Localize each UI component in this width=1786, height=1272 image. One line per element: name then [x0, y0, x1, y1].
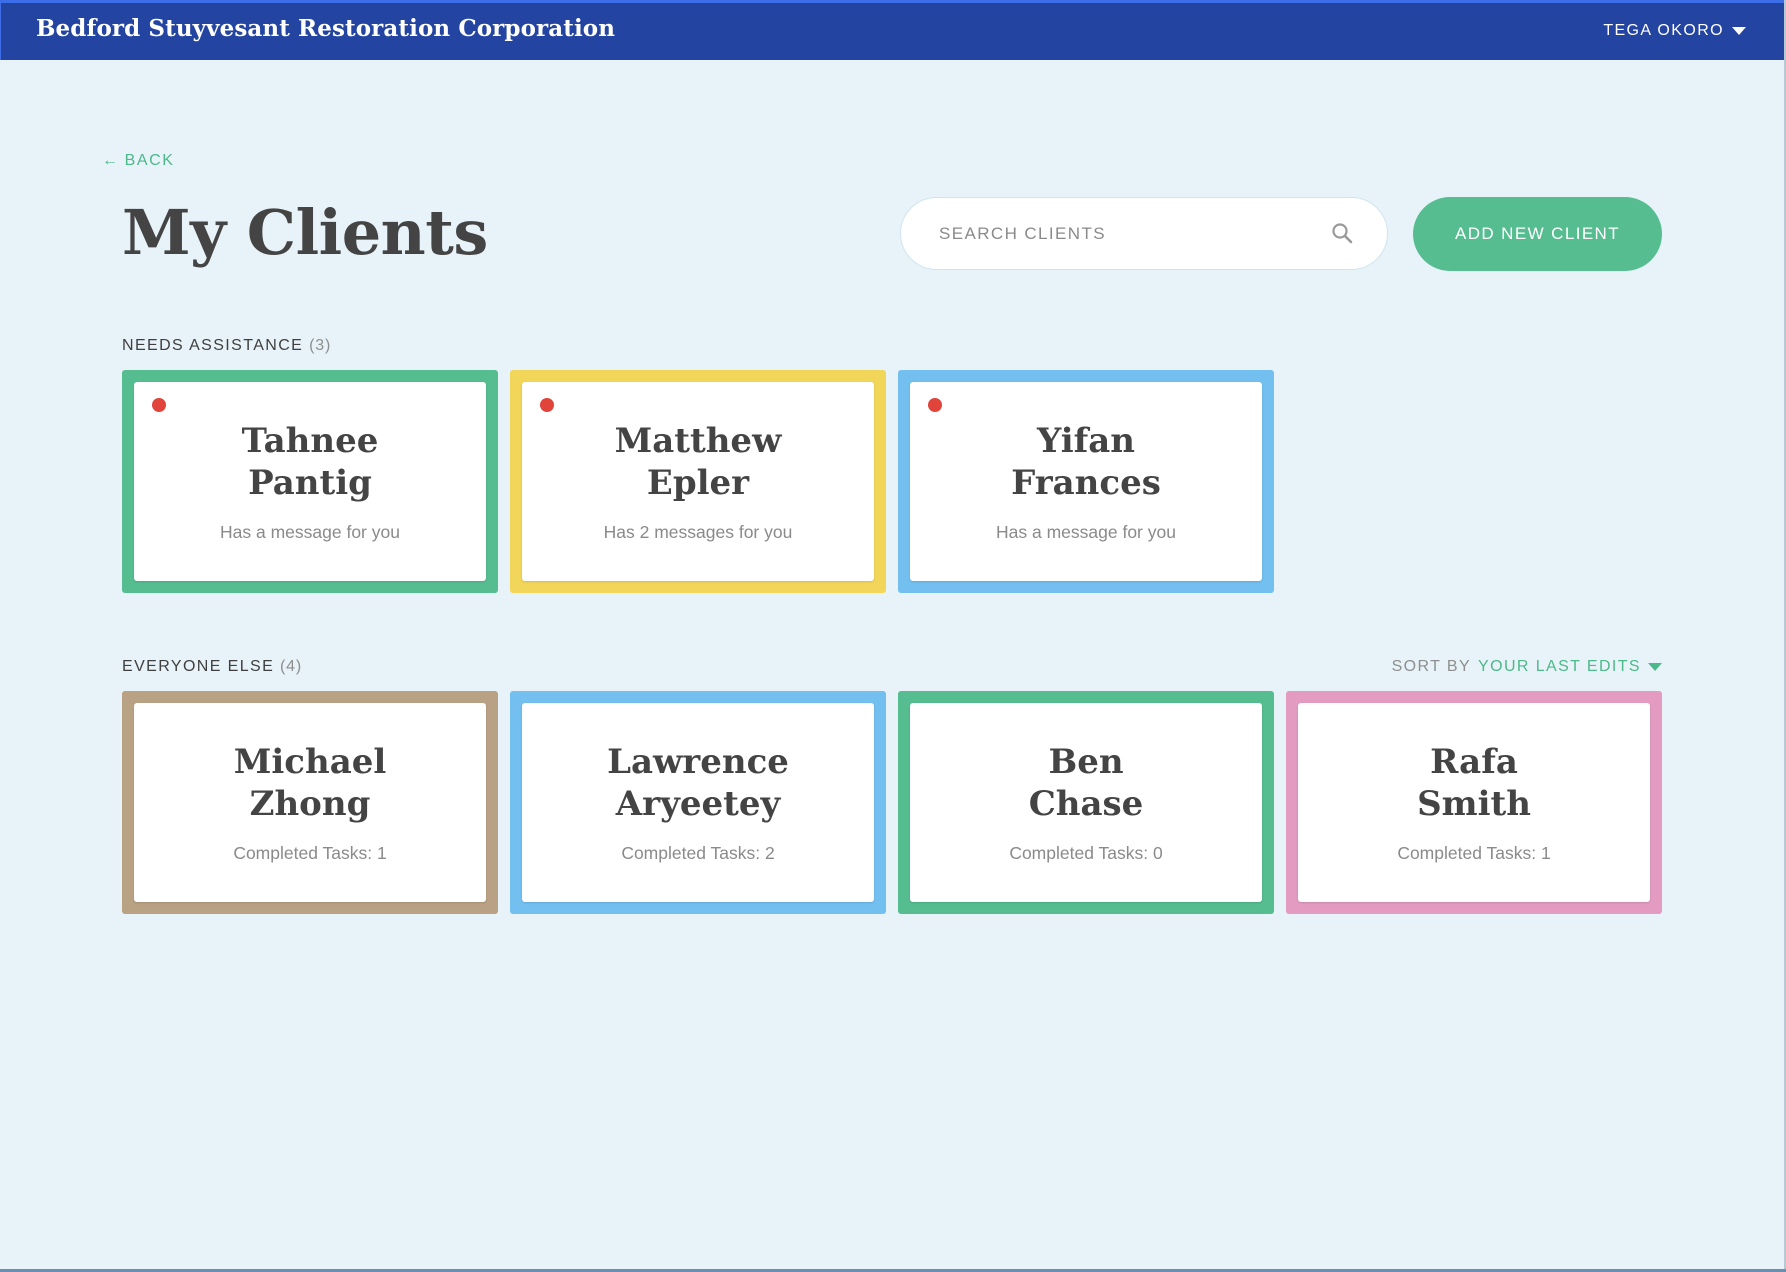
- client-first-name: Rafa: [1430, 742, 1518, 782]
- client-last-name: Aryeetey: [615, 784, 781, 824]
- notification-dot-icon: [928, 398, 942, 412]
- section-label: NEEDS ASSISTANCE: [122, 337, 304, 354]
- client-card-body: Yifan Frances Has a message for you: [910, 382, 1262, 581]
- client-card[interactable]: Tahnee Pantig Has a message for you: [122, 370, 498, 593]
- client-last-name: Frances: [1011, 463, 1161, 503]
- client-card[interactable]: Michael Zhong Completed Tasks: 1: [122, 691, 498, 914]
- needs-assistance-heading: NEEDS ASSISTANCE (3): [122, 337, 331, 355]
- client-card-body: Tahnee Pantig Has a message for you: [134, 382, 486, 581]
- chevron-down-icon: [1648, 663, 1662, 671]
- notification-dot-icon: [152, 398, 166, 412]
- needs-assistance-cards: Tahnee Pantig Has a message for you Matthew…: [122, 370, 1274, 593]
- client-name: Tahnee Pantig: [242, 420, 379, 504]
- client-status: Completed Tasks: 2: [621, 843, 775, 863]
- client-status: Completed Tasks: 1: [1397, 843, 1551, 863]
- chevron-down-icon: [1732, 27, 1746, 35]
- client-status: Completed Tasks: 1: [233, 843, 387, 863]
- arrow-left-icon: ←: [102, 152, 120, 169]
- client-card-body: Lawrence Aryeetey Completed Tasks: 2: [522, 703, 874, 902]
- top-navigation-bar: Bedford Stuyvesant Restoration Corporati…: [0, 0, 1784, 60]
- client-first-name: Lawrence: [607, 742, 789, 782]
- client-name: Ben Chase: [1029, 741, 1144, 825]
- client-name: Yifan Frances: [1011, 420, 1161, 504]
- client-card-body: Michael Zhong Completed Tasks: 1: [134, 703, 486, 902]
- client-last-name: Zhong: [249, 784, 371, 824]
- back-link[interactable]: ← BACK: [102, 152, 175, 170]
- sort-dropdown[interactable]: YOUR LAST EDITS: [1478, 658, 1662, 676]
- sort-label: SORT BY: [1391, 658, 1472, 675]
- sort-value: YOUR LAST EDITS: [1478, 658, 1641, 675]
- client-card-body: Ben Chase Completed Tasks: 0: [910, 703, 1262, 902]
- search-icon[interactable]: [1331, 222, 1353, 244]
- client-last-name: Chase: [1028, 784, 1144, 824]
- client-last-name: Pantig: [248, 463, 372, 503]
- client-status: Has a message for you: [996, 522, 1176, 542]
- client-first-name: Ben: [1048, 742, 1124, 782]
- search-box: [900, 197, 1388, 270]
- client-status: Has 2 messages for you: [603, 522, 793, 542]
- everyone-else-cards: Michael Zhong Completed Tasks: 1 Lawrence Ar…: [122, 691, 1662, 914]
- user-menu[interactable]: TEGA OKORO: [1603, 22, 1746, 40]
- client-name: Rafa Smith: [1417, 741, 1531, 825]
- client-card-body: Rafa Smith Completed Tasks: 1: [1298, 703, 1650, 902]
- client-first-name: Michael: [233, 742, 387, 782]
- client-name: Lawrence Aryeetey: [607, 741, 789, 825]
- user-name: TEGA OKORO: [1603, 22, 1724, 39]
- client-card-body: Matthew Epler Has 2 messages for you: [522, 382, 874, 581]
- search-input[interactable]: [937, 222, 1311, 245]
- client-card[interactable]: Yifan Frances Has a message for you: [898, 370, 1274, 593]
- client-name: Michael Zhong: [234, 741, 387, 825]
- organization-name: Bedford Stuyvesant Restoration Corporati…: [36, 15, 616, 42]
- client-first-name: Tahnee: [241, 421, 379, 461]
- page-title: My Clients: [122, 196, 488, 269]
- client-card[interactable]: Matthew Epler Has 2 messages for you: [510, 370, 886, 593]
- client-status: Completed Tasks: 0: [1009, 843, 1163, 863]
- client-card[interactable]: Ben Chase Completed Tasks: 0: [898, 691, 1274, 914]
- everyone-else-heading: EVERYONE ELSE (4): [122, 658, 302, 676]
- client-last-name: Smith: [1417, 784, 1531, 824]
- section-count: (4): [280, 658, 303, 675]
- client-card[interactable]: Lawrence Aryeetey Completed Tasks: 2: [510, 691, 886, 914]
- back-label: BACK: [124, 152, 175, 169]
- sort-control: SORT BY YOUR LAST EDITS: [1392, 658, 1662, 676]
- notification-dot-icon: [540, 398, 554, 412]
- add-new-client-button[interactable]: ADD NEW CLIENT: [1413, 197, 1662, 271]
- client-first-name: Matthew: [614, 421, 782, 461]
- client-card[interactable]: Rafa Smith Completed Tasks: 1: [1286, 691, 1662, 914]
- client-name: Matthew Epler: [615, 420, 782, 504]
- client-status: Has a message for you: [220, 522, 400, 542]
- client-first-name: Yifan: [1037, 421, 1135, 461]
- section-label: EVERYONE ELSE: [122, 658, 275, 675]
- section-count: (3): [309, 337, 332, 354]
- client-last-name: Epler: [646, 463, 750, 503]
